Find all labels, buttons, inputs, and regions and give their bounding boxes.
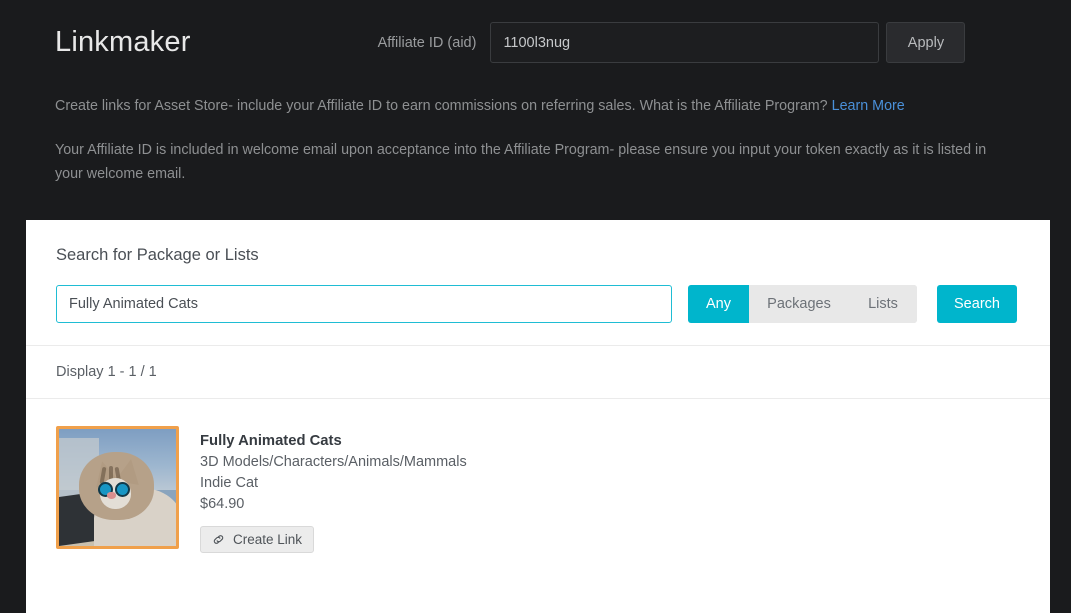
create-link-button[interactable]: Create Link bbox=[200, 526, 315, 553]
affiliate-description-text: Create links for Asset Store- include yo… bbox=[55, 98, 832, 114]
chain-link-icon bbox=[212, 533, 225, 546]
affiliate-id-group: Affiliate ID (aid) Apply bbox=[378, 22, 966, 63]
search-button[interactable]: Search bbox=[937, 285, 1017, 323]
search-heading: Search for Package or Lists bbox=[56, 246, 259, 264]
result-title[interactable]: Fully Animated Cats bbox=[200, 431, 467, 452]
cat-eye-right bbox=[114, 482, 130, 498]
affiliate-id-label: Affiliate ID (aid) bbox=[377, 34, 477, 51]
main-panel: Search for Package or Lists Any Packages… bbox=[26, 220, 1050, 613]
cat-nose bbox=[107, 491, 117, 499]
filter-packages-button[interactable]: Packages bbox=[749, 285, 849, 323]
app-title: Linkmaker bbox=[55, 26, 191, 58]
affiliate-id-input[interactable] bbox=[490, 22, 880, 63]
search-filter-group: Any Packages Lists bbox=[688, 285, 917, 323]
create-link-label: Create Link bbox=[233, 532, 303, 547]
affiliate-description-secondary: Your Affiliate ID is included in welcome… bbox=[55, 142, 987, 182]
result-row: Fully Animated Cats 3D Models/Characters… bbox=[26, 399, 1050, 553]
result-category: 3D Models/Characters/Animals/Mammals bbox=[200, 454, 467, 470]
result-publisher: Indie Cat bbox=[200, 475, 259, 491]
apply-button[interactable]: Apply bbox=[886, 22, 966, 63]
header-top-row: Linkmaker Affiliate ID (aid) Apply bbox=[26, 0, 1045, 63]
result-price: $64.90 bbox=[200, 496, 245, 512]
search-row: Any Packages Lists Search bbox=[56, 285, 1020, 323]
page-header: Linkmaker Affiliate ID (aid) Apply Creat… bbox=[0, 0, 1071, 186]
learn-more-link[interactable]: Learn More bbox=[832, 98, 905, 114]
search-input[interactable] bbox=[56, 285, 672, 323]
filter-lists-button[interactable]: Lists bbox=[849, 285, 917, 323]
cat-head bbox=[78, 452, 154, 521]
filter-any-button[interactable]: Any bbox=[688, 285, 749, 323]
search-section: Search for Package or Lists Any Packages… bbox=[26, 220, 1050, 345]
package-thumbnail[interactable] bbox=[56, 426, 179, 549]
affiliate-description-primary: Create links for Asset Store- include yo… bbox=[26, 94, 1011, 118]
results-count: Display 1 - 1 / 1 bbox=[56, 364, 157, 380]
result-info: Fully Animated Cats 3D Models/Characters… bbox=[200, 426, 467, 553]
